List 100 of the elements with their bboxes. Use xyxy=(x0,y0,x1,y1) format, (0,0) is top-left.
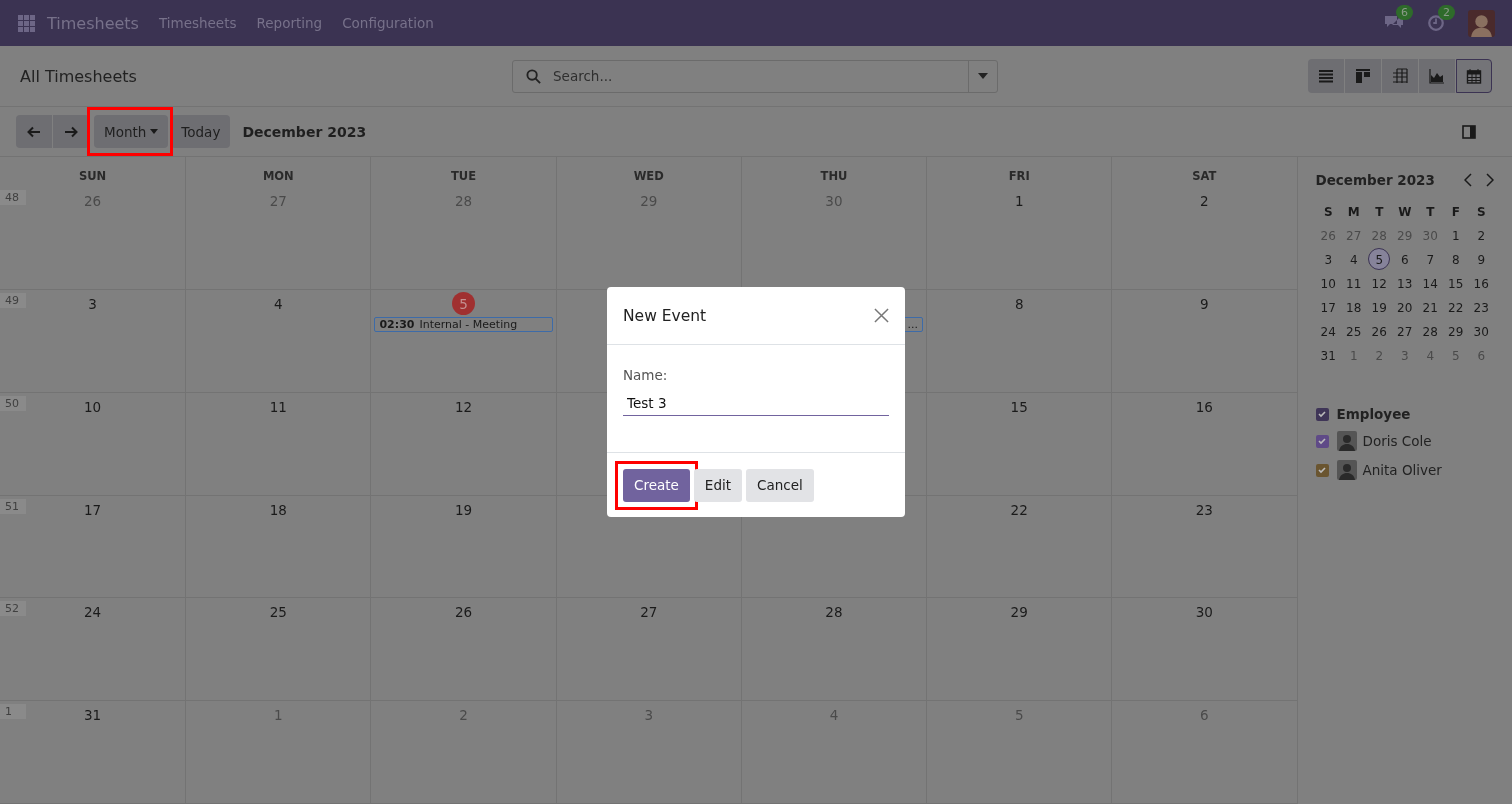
day-number[interactable]: 26 xyxy=(454,604,473,621)
clock-icon[interactable] xyxy=(1426,14,1446,32)
day-number[interactable]: 2 xyxy=(1200,193,1209,209)
app-name[interactable]: Timesheets xyxy=(47,13,139,33)
kanban-view-button[interactable] xyxy=(1345,59,1381,93)
calendar-view-button[interactable] xyxy=(1456,59,1492,93)
mini-calendar-day[interactable]: 19 xyxy=(1366,298,1392,318)
menu-item[interactable]: Timesheets xyxy=(158,15,237,31)
mini-calendar-day[interactable]: 29 xyxy=(1443,322,1469,342)
week-number: 52 xyxy=(0,601,26,617)
mini-calendar-day[interactable]: 3 xyxy=(1315,250,1341,270)
mini-calendar-day[interactable]: 28 xyxy=(1417,322,1443,342)
mini-calendar-day[interactable]: 30 xyxy=(1468,322,1494,342)
right-arrow-icon xyxy=(64,125,78,138)
mini-calendar-day[interactable]: 5 xyxy=(1368,248,1391,270)
day-number[interactable]: 19 xyxy=(454,501,473,518)
mini-calendar-day[interactable]: 31 xyxy=(1315,346,1341,366)
day-number[interactable]: 17 xyxy=(84,501,102,518)
table-icon xyxy=(1392,68,1408,84)
weekday-letter: T xyxy=(1374,204,1385,221)
day-number[interactable]: 22 xyxy=(1010,501,1028,518)
mini-calendar-day[interactable]: 26 xyxy=(1366,322,1392,342)
mini-calendar-day[interactable]: 17 xyxy=(1315,298,1341,318)
mini-calendar-day[interactable]: 25 xyxy=(1341,322,1367,342)
weekday-letter: W xyxy=(1397,204,1413,221)
secondary-button[interactable]: Edit xyxy=(693,468,742,502)
mini-calendar-day[interactable]: 24 xyxy=(1315,322,1341,342)
mini-calendar-day[interactable]: 4 xyxy=(1341,250,1367,270)
app-grid-icon[interactable] xyxy=(18,14,35,32)
day-number[interactable]: 27 xyxy=(640,604,658,621)
page-title: All Timesheets xyxy=(20,66,138,86)
check-icon xyxy=(1317,409,1327,419)
day-number[interactable]: 28 xyxy=(825,604,843,621)
mini-calendar-day[interactable]: 27 xyxy=(1392,322,1418,342)
today-button[interactable]: Today xyxy=(171,115,231,148)
day-number[interactable]: 30 xyxy=(1195,604,1213,621)
day-number[interactable]: 10 xyxy=(84,398,102,415)
mini-calendar-day[interactable]: 12 xyxy=(1366,274,1392,294)
search-input[interactable]: Search... xyxy=(551,67,968,85)
mini-calendar-day[interactable]: 9 xyxy=(1468,250,1494,270)
mini-calendar-day[interactable]: 7 xyxy=(1417,250,1443,270)
mini-calendar-day[interactable]: 22 xyxy=(1443,298,1469,318)
day-number[interactable]: 31 xyxy=(84,707,102,724)
weekday-header: THU xyxy=(740,157,927,187)
day-number[interactable]: 12 xyxy=(454,398,473,415)
mini-calendar-day[interactable]: 20 xyxy=(1392,298,1418,318)
sidebar-toggle-icon[interactable] xyxy=(1462,124,1476,139)
mini-calendar-day[interactable]: 14 xyxy=(1417,274,1443,294)
day-number[interactable]: 4 xyxy=(274,295,283,312)
chevron-left-icon[interactable] xyxy=(1464,173,1472,187)
mini-calendar-day[interactable]: 8 xyxy=(1443,250,1469,270)
mini-calendar-day[interactable]: 2 xyxy=(1468,226,1494,246)
list-view-button[interactable] xyxy=(1308,59,1344,93)
day-number[interactable]: 23 xyxy=(1195,501,1213,518)
mini-calendar-day[interactable]: 15 xyxy=(1443,274,1469,294)
mini-calendar-day[interactable]: 21 xyxy=(1417,298,1443,318)
mini-calendar-day[interactable]: 16 xyxy=(1468,274,1494,294)
user-avatar[interactable] xyxy=(1468,9,1495,37)
menu-item[interactable]: Configuration xyxy=(342,15,434,31)
day-number[interactable]: 9 xyxy=(1200,295,1209,312)
secondary-button[interactable]: Cancel xyxy=(746,468,814,502)
day-number[interactable]: 29 xyxy=(1010,604,1028,621)
calendar-event[interactable]: 02:30 Internal - Meeting xyxy=(374,316,553,332)
mini-calendar-day[interactable]: 6 xyxy=(1392,250,1418,270)
next-button[interactable] xyxy=(53,115,89,148)
primary-button[interactable]: Create xyxy=(623,468,690,502)
scale-dropdown-button[interactable]: Month xyxy=(94,115,169,148)
chevron-right-icon[interactable] xyxy=(1486,173,1494,187)
day-number[interactable]: 15 xyxy=(1010,398,1028,415)
check-icon xyxy=(1317,465,1327,475)
kanban-icon xyxy=(1355,68,1371,84)
day-number[interactable]: 25 xyxy=(269,604,287,621)
day-number[interactable]: 24 xyxy=(84,604,102,621)
mini-calendar-day[interactable]: 11 xyxy=(1341,274,1367,294)
day-number[interactable]: 1 xyxy=(1014,193,1024,209)
search-field[interactable]: Search... xyxy=(512,59,998,93)
menu-item[interactable]: Reporting xyxy=(256,15,323,31)
caret-icon[interactable] xyxy=(978,73,988,79)
day-number[interactable]: 3 xyxy=(88,295,97,312)
graph-view-button[interactable] xyxy=(1419,59,1455,93)
checkbox[interactable] xyxy=(1315,434,1329,448)
checkbox[interactable] xyxy=(1315,407,1329,421)
mini-calendar-day[interactable]: 18 xyxy=(1341,298,1367,318)
mini-calendar-day[interactable]: 10 xyxy=(1315,274,1341,294)
pivot-view-button[interactable] xyxy=(1382,59,1418,93)
mini-calendar-day[interactable]: 1 xyxy=(1443,226,1469,246)
day-number[interactable]: 8 xyxy=(1014,295,1024,312)
day-number[interactable]: 5 xyxy=(452,292,476,316)
mini-calendar-day[interactable]: 23 xyxy=(1468,298,1494,318)
mini-calendar-day[interactable]: 13 xyxy=(1392,274,1418,294)
day-number[interactable]: 11 xyxy=(269,398,287,415)
day-number[interactable]: 18 xyxy=(269,501,287,518)
weekday-header: MON xyxy=(185,157,371,187)
checkbox[interactable] xyxy=(1315,463,1329,477)
close-icon[interactable] xyxy=(874,308,889,323)
day-number[interactable]: 16 xyxy=(1195,398,1213,415)
event-time: 02:30 xyxy=(379,317,415,331)
week-number: 50 xyxy=(0,395,26,411)
previous-button[interactable] xyxy=(16,115,52,148)
weekday-letter: F xyxy=(1450,204,1461,221)
